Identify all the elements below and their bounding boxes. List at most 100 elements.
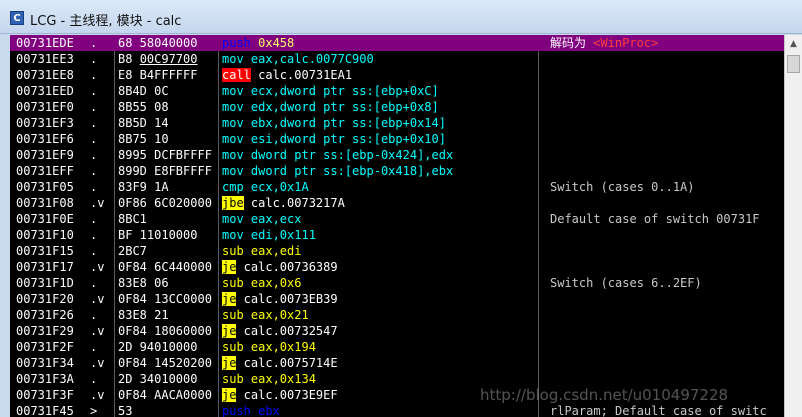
instruction-row[interactable]: 00731F1D. 83E8 06 sub eax,0x6 Switch (cases… bbox=[10, 275, 784, 291]
address-cell: 00731F08 bbox=[16, 196, 74, 210]
instruction-row[interactable]: 00731EF9. 8995 DCFBFFFF mov dword ptr ss:[… bbox=[10, 147, 784, 163]
mnemonic: je bbox=[222, 260, 237, 274]
operands: calc.00732547 bbox=[236, 324, 338, 338]
instruction-row[interactable]: 00731F2F. 2D 94010000 sub eax,0x194 bbox=[10, 339, 784, 355]
flow-marker: . bbox=[90, 372, 98, 386]
flow-marker: . bbox=[90, 212, 98, 226]
disassembly-pane[interactable]: 00731EDE. 68 58040000 push 0x458 解码为 <WinPr… bbox=[10, 35, 784, 417]
instruction-row[interactable]: 00731F26. 83E8 21 sub eax,0x21 bbox=[10, 307, 784, 323]
address-cell: 00731F1D bbox=[16, 276, 74, 290]
instruction-row[interactable]: 00731F05. 83F9 1A cmp ecx,0x1A Switch (case… bbox=[10, 179, 784, 195]
mnemonic: cmp bbox=[222, 180, 244, 194]
comment-cell bbox=[550, 195, 784, 211]
mnemonic: je bbox=[222, 356, 237, 370]
comment-tag: <WinProc> bbox=[593, 36, 659, 50]
hex-bytes-cell: 0F84 6C440000 bbox=[118, 260, 212, 274]
instruction-row[interactable]: 00731F17 .v 0F84 6C440000 je calc.00736389 bbox=[10, 259, 784, 275]
hex-bytes-cell: 2D 34010000 bbox=[118, 372, 198, 386]
watermark: http://blog.csdn.net/u010497228 bbox=[480, 386, 729, 404]
comment-cell: Switch (cases 6..2EF) bbox=[550, 276, 702, 290]
flow-marker: .v bbox=[90, 260, 105, 274]
mnemonic: sub bbox=[222, 276, 244, 290]
comment-cell bbox=[550, 339, 784, 355]
instruction-row[interactable]: 00731EF6. 8B75 10 mov esi,dword ptr ss:[eb… bbox=[10, 131, 784, 147]
address-cell: 00731F17 bbox=[16, 260, 74, 274]
hex-bytes-cell: 83F9 1A bbox=[118, 180, 169, 194]
disassembly-cell: sub eax,0x6 bbox=[222, 275, 546, 291]
comment-cell: Default case of switch 00731F bbox=[550, 212, 760, 226]
instruction-row[interactable]: 00731F45 >53 push ebx rlParam; Default case… bbox=[10, 403, 784, 417]
disassembly-cell: call calc.00731EA1 bbox=[222, 67, 546, 83]
disassembly-cell: mov ecx,dword ptr ss:[ebp+0xC] bbox=[222, 83, 546, 99]
comment-cell bbox=[550, 355, 784, 371]
disassembly-cell: mov dword ptr ss:[ebp-0x418],ebx bbox=[222, 163, 546, 179]
instruction-row[interactable]: 00731F15. 2BC7 sub eax,edi bbox=[10, 243, 784, 259]
flow-marker: . bbox=[90, 84, 98, 98]
mnemonic: sub bbox=[222, 308, 244, 322]
instruction-row[interactable]: 00731F10. BF 11010000 mov edi,0x111 bbox=[10, 227, 784, 243]
comment-cell bbox=[550, 51, 784, 67]
flow-marker: . bbox=[90, 164, 98, 178]
disassembly-cell: je calc.0073EB39 bbox=[222, 291, 546, 307]
disassembly-cell: jbe calc.0073217A bbox=[222, 195, 546, 211]
address-cell: 00731EED bbox=[16, 84, 74, 98]
vertical-scrollbar[interactable]: ▲ bbox=[784, 35, 802, 417]
disassembly-cell: mov ebx,dword ptr ss:[ebp+0x14] bbox=[222, 115, 546, 131]
mnemonic: je bbox=[222, 388, 237, 402]
instruction-row[interactable]: 00731EFF. 899D E8FBFFFF mov dword ptr ss:[… bbox=[10, 163, 784, 179]
address-cell: 00731EF9 bbox=[16, 148, 74, 162]
instruction-row[interactable]: 00731EE3. B8 00C97700 mov eax,calc.0077C90… bbox=[10, 51, 784, 67]
flow-marker: .v bbox=[90, 356, 105, 370]
hex-bytes-cell: 8995 DCFBFFFF bbox=[118, 148, 212, 162]
address-cell: 00731F45 bbox=[16, 404, 74, 417]
instruction-row[interactable]: 00731EE8. E8 B4FFFFFF call calc.00731EA1 bbox=[10, 67, 784, 83]
selected-instruction-row[interactable]: 00731EDE. 68 58040000 push 0x458 解码为 <WinPr… bbox=[10, 35, 784, 51]
operands: ebx bbox=[250, 404, 280, 417]
disassembly-cell: je calc.00736389 bbox=[222, 259, 546, 275]
instruction-row[interactable]: 00731F34 .v 0F84 14520200 je calc.0075714E bbox=[10, 355, 784, 371]
scrollbar-thumb[interactable] bbox=[787, 55, 800, 73]
hex-bytes-cell: 899D E8FBFFFF bbox=[118, 164, 212, 178]
instruction-row[interactable]: 00731EF0. 8B55 08 mov edx,dword ptr ss:[eb… bbox=[10, 99, 784, 115]
instruction-row[interactable]: 00731F08 .v 0F86 6C020000 jbe calc.0073217A bbox=[10, 195, 784, 211]
comment-cell bbox=[550, 259, 784, 275]
comment-cell bbox=[550, 131, 784, 147]
flow-marker: . bbox=[90, 276, 98, 290]
operands: eax,edi bbox=[243, 244, 302, 258]
mnemonic: call bbox=[222, 68, 251, 82]
scroll-up-arrow-icon[interactable]: ▲ bbox=[787, 37, 800, 51]
operands: dword ptr ss:[ebp-0x418],ebx bbox=[243, 164, 454, 178]
disassembly-cell: sub eax,0x194 bbox=[222, 339, 546, 355]
flow-marker: .v bbox=[90, 292, 105, 306]
operands: eax,calc.0077C900 bbox=[243, 52, 374, 66]
disassembly-cell: mov edx,dword ptr ss:[ebp+0x8] bbox=[222, 99, 546, 115]
comment-cell: Switch (cases 0..1A) bbox=[550, 180, 695, 194]
operands: edx,dword ptr ss:[ebp+0x8] bbox=[243, 100, 439, 114]
address-cell: 00731F0E bbox=[16, 212, 74, 226]
instruction-row[interactable]: 00731F29 .v 0F84 18060000 je calc.00732547 bbox=[10, 323, 784, 339]
instruction-row[interactable]: 00731EED. 8B4D 0C mov ecx,dword ptr ss:[eb… bbox=[10, 83, 784, 99]
hex-bytes-cell: 0F86 6C020000 bbox=[118, 196, 212, 210]
flow-marker: . bbox=[90, 308, 98, 322]
mnemonic: mov bbox=[222, 116, 244, 130]
instruction-row[interactable]: 00731EF3. 8B5D 14 mov ebx,dword ptr ss:[eb… bbox=[10, 115, 784, 131]
hex-bytes-cell: 53 bbox=[118, 404, 133, 417]
operands: eax,0x21 bbox=[243, 308, 309, 322]
address-cell: 00731EE8 bbox=[16, 68, 74, 82]
mnemonic: je bbox=[222, 324, 237, 338]
hex-bytes-cell: 8B5D 14 bbox=[118, 116, 169, 130]
operands: ecx,dword ptr ss:[ebp+0xC] bbox=[243, 84, 439, 98]
disassembly-cell: je calc.0075714E bbox=[222, 355, 546, 371]
instruction-row[interactable]: 00731F3A. 2D 34010000 sub eax,0x134 bbox=[10, 371, 784, 387]
comment-cell bbox=[550, 291, 784, 307]
flow-marker: . bbox=[90, 244, 98, 258]
instruction-row[interactable]: 00731F20 .v 0F84 13CC0000 je calc.0073EB39 bbox=[10, 291, 784, 307]
mnemonic: push bbox=[222, 36, 251, 50]
instruction-row[interactable]: 00731F0E. 8BC1 mov eax,ecx Default case of … bbox=[10, 211, 784, 227]
disassembly-cell: sub eax,edi bbox=[222, 243, 546, 259]
disassembly-cell: sub eax,0x134 bbox=[222, 371, 546, 387]
operands: ecx,0x1A bbox=[243, 180, 309, 194]
address-cell: 00731EF6 bbox=[16, 132, 74, 146]
disassembly-cell: push 0x458 bbox=[222, 35, 546, 51]
window-title: LCG - 主线程, 模块 - calc bbox=[30, 14, 182, 29]
